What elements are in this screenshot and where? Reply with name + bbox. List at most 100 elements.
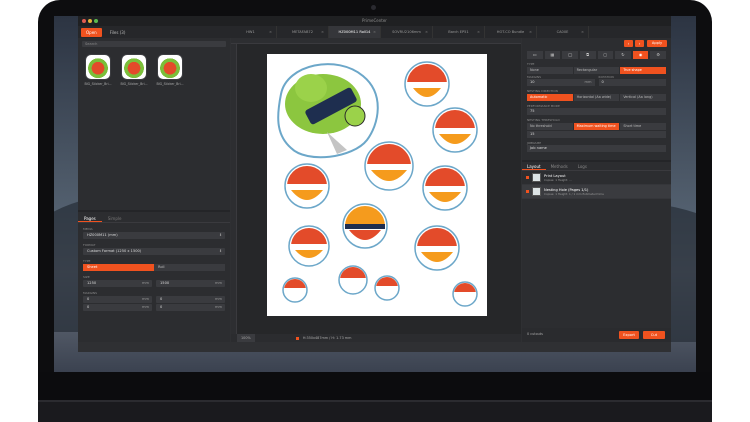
list-item[interactable]: Print Layout Copies: 1 Height: ... [522,171,671,185]
doc-tab[interactable]: HW1 × [225,26,277,38]
panel-splitter[interactable] [78,210,230,212]
export-button[interactable]: Export [619,331,639,339]
undo-button[interactable]: ‹ [624,40,633,47]
helmet-sticker[interactable] [342,203,388,249]
performance-select[interactable]: 75 [527,108,666,115]
doc-tab[interactable]: Barch EP51 × [433,26,485,38]
margin-bottom-field[interactable]: 0 mm [83,304,152,311]
tab-simple[interactable]: Simple [102,214,128,222]
doc-tab[interactable]: HOT.CO Bundle × [485,26,537,38]
doc-tab-active[interactable]: HZ000M11 Roll14 × [329,26,381,38]
format-select[interactable]: Custom Format (1250 x 1500) ⬍ [83,248,225,255]
type-true-shape-button[interactable]: True shape [620,66,667,74]
margin-top-field[interactable]: 0 mm [83,296,152,303]
height-field[interactable]: 1500 mm [156,280,225,287]
sticker-thumbnail-image [85,54,111,80]
margin-field[interactable]: 10 mm [527,79,595,86]
type-none-button[interactable]: None [527,66,573,74]
canvas-area[interactable]: 100% H:350x487mm / H: 1.73 mm [231,38,521,342]
nested-stickers [277,61,478,307]
direction-vertical-button[interactable]: Vertical (Aa long) [620,93,667,101]
close-icon[interactable]: × [269,26,272,38]
doc-tab[interactable]: SOVRU2106mm × [381,26,433,38]
direction-horizontal-button[interactable]: Horizontal (Aa wide) [573,93,620,101]
zoom-select[interactable]: 100% [237,334,255,342]
list-item[interactable]: Nesting Hole (Pages 1/1) Copies: 1 Heigh… [522,185,671,199]
redo-button[interactable]: › [635,40,644,47]
tab-logs[interactable]: Logs [573,162,592,170]
width-value: 1250 [87,281,97,285]
threshold-max-time-button[interactable]: Maximum waiting time [573,122,620,130]
close-icon[interactable]: × [321,26,324,38]
threshold-field[interactable]: 15 [527,130,666,138]
open-button[interactable]: Open [81,27,102,37]
helmet-sticker[interactable] [404,61,450,107]
tool-copy-icon[interactable]: ⧉ [579,51,596,59]
margins-row: 0 mm 0 mm [83,304,225,311]
media-value: HZ000M11 (mm) [87,233,118,237]
tool-settings-icon[interactable]: ⚙ [650,51,666,59]
frog-sticker[interactable] [277,63,379,159]
unit-label: mm [141,297,149,301]
files-button[interactable]: Files (3) [105,28,131,37]
type-rectangular-button[interactable]: Rectangular [573,66,620,74]
margin-left-field[interactable]: 0 mm [156,304,225,311]
margin-value: 0 [87,297,90,301]
doc-tab[interactable]: METAFAB72 × [277,26,329,38]
helmet-sticker[interactable] [338,265,368,295]
close-icon[interactable]: × [477,26,480,38]
tool-grid-icon[interactable]: ▦ [544,51,561,59]
layout-thumbnail [532,187,541,196]
print-page[interactable] [267,54,487,316]
file-thumbnail[interactable]: BIG_Sticker_Bri... [82,54,114,86]
tab-layout[interactable]: Layout [522,162,546,170]
rotation-field[interactable]: 0 [598,79,666,86]
layout-thumbnail [532,173,541,182]
bullet-icon [526,190,529,193]
helmet-sticker[interactable] [282,277,308,303]
tool-nest-icon[interactable]: ◉ [632,51,649,59]
tool-frame-icon[interactable]: ▢ [597,51,614,59]
close-icon[interactable]: × [373,26,376,38]
vertical-ruler [231,44,237,342]
tab-pages[interactable]: Pages [78,214,102,222]
file-thumbnail[interactable]: BIG_Sticker_Bri... [154,54,186,86]
helmet-sticker[interactable] [432,107,478,153]
helmet-sticker[interactable] [422,165,468,211]
close-icon[interactable]: × [581,26,584,38]
media-select[interactable]: HZ000M11 (mm) ⬍ [83,232,225,239]
tool-circle-icon[interactable]: ◯ [562,51,578,59]
doc-tab[interactable]: CA00E × [537,26,589,38]
helmet-sticker[interactable] [284,163,330,209]
tool-crop-icon[interactable]: ▭ [527,51,543,59]
chevron-down-icon: ⬍ [218,233,222,237]
close-icon[interactable]: × [425,26,428,38]
helmet-sticker[interactable] [452,281,478,307]
threshold-short-button[interactable]: Short time [620,122,667,130]
thumbnail-label: BIG_Sticker_Bri... [156,82,184,86]
type-roll-button[interactable]: Roll [154,264,225,271]
document-tabs: HW1 × METAFAB72 × HZ000M11 Roll14 × SOVRU21… [225,26,589,38]
search-input[interactable]: Search [82,41,226,47]
helmet-sticker[interactable] [374,275,400,301]
margin-right-field[interactable]: 0 mm [156,296,225,303]
tool-rotate-icon[interactable]: ↻ [615,51,631,59]
nest-type-toggle: None Rectangular True shape [527,66,667,74]
helmet-sticker[interactable] [364,141,414,191]
bullet-icon [526,176,529,179]
file-thumbnail[interactable]: BIG_Sticker_Bri... [118,54,150,86]
cut-button[interactable]: Cut [643,331,665,339]
threshold-none-button[interactable]: No threshold [527,122,573,130]
tab-methods[interactable]: Methods [546,162,573,170]
jobname-input[interactable]: Job name [527,145,666,152]
helmet-sticker[interactable] [414,225,460,271]
doc-tab-label: HZ000M11 Roll14 [338,30,371,34]
doc-tab-label: HW1 [246,30,255,34]
helmet-sticker[interactable] [288,225,330,267]
close-icon[interactable]: × [529,26,532,38]
direction-automatic-button[interactable]: Automatic [527,93,573,101]
apply-button[interactable]: Apply [647,40,667,47]
width-field[interactable]: 1250 mm [83,280,152,287]
status-indicator-icon [295,336,299,340]
type-sheet-button[interactable]: Sheet [83,264,154,271]
